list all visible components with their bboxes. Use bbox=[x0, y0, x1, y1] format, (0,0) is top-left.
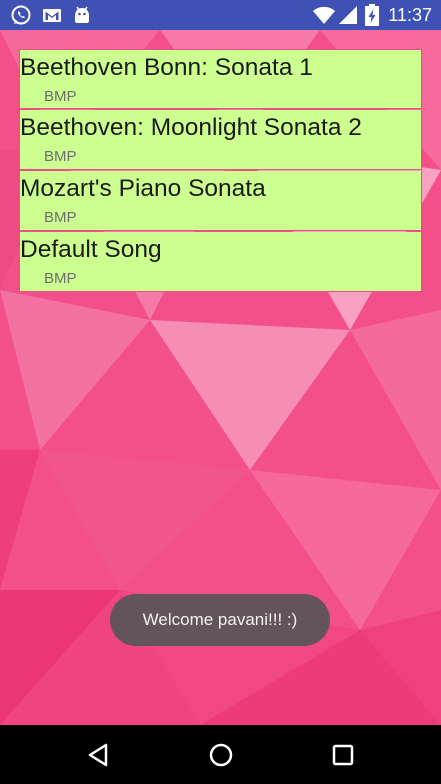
song-subtitle: BMP bbox=[44, 148, 77, 165]
song-title: Mozart's Piano Sonata bbox=[20, 175, 266, 202]
song-title: Beethoven Bonn: Sonata 1 bbox=[20, 54, 313, 81]
list-item[interactable]: Mozart's Piano Sonata BMP bbox=[19, 171, 422, 231]
home-icon[interactable] bbox=[206, 740, 236, 770]
status-bar: 11:37 bbox=[0, 0, 441, 30]
song-subtitle: BMP bbox=[44, 88, 77, 105]
signal-icon bbox=[339, 6, 357, 24]
navigation-bar bbox=[0, 725, 441, 784]
list-item[interactable]: Beethoven Bonn: Sonata 1 BMP bbox=[19, 49, 422, 109]
gmail-icon bbox=[43, 9, 61, 22]
welcome-toast: Welcome pavani!!! :) bbox=[110, 594, 330, 646]
battery-charging-icon bbox=[365, 4, 379, 26]
status-clock: 11:37 bbox=[388, 5, 432, 25]
song-list: Beethoven Bonn: Sonata 1 BMP Beethoven: … bbox=[19, 49, 422, 292]
wifi-icon bbox=[313, 6, 335, 24]
list-item[interactable]: Default Song BMP bbox=[19, 232, 422, 292]
list-item[interactable]: Beethoven: Moonlight Sonata 2 BMP bbox=[19, 110, 422, 170]
android-icon bbox=[75, 6, 89, 23]
song-title: Default Song bbox=[20, 236, 162, 263]
song-title: Beethoven: Moonlight Sonata 2 bbox=[20, 114, 362, 141]
recents-icon[interactable] bbox=[328, 740, 358, 770]
song-subtitle: BMP bbox=[44, 270, 77, 287]
app-screen: 11:37 Beethoven Bonn: Sonata 1 BMP Beeth… bbox=[0, 0, 441, 784]
back-icon[interactable] bbox=[84, 740, 114, 770]
song-subtitle: BMP bbox=[44, 209, 77, 226]
whatsapp-icon bbox=[11, 5, 31, 25]
